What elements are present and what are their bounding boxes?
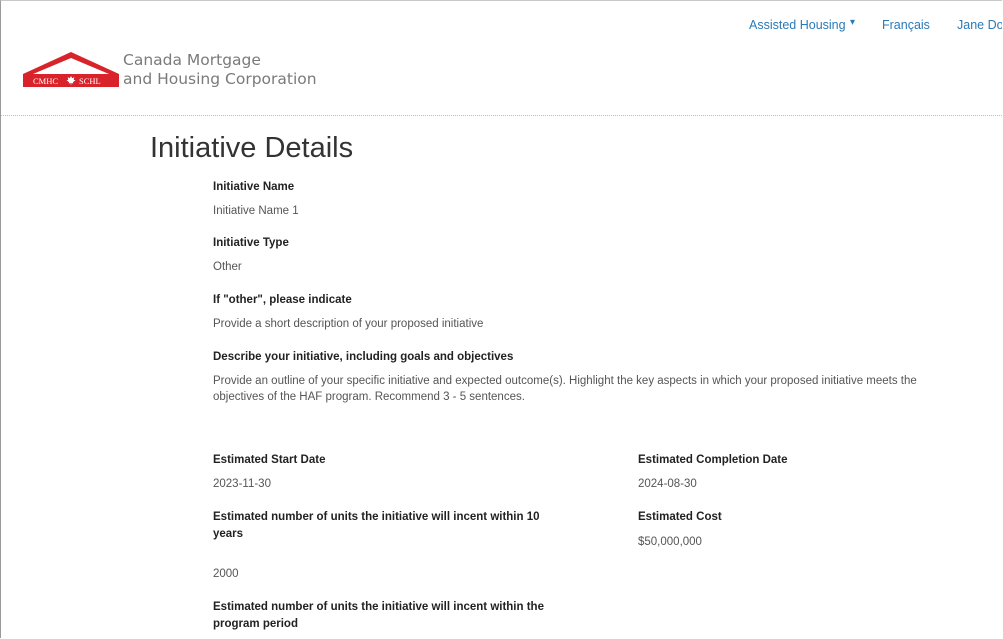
completion-date-value: 2024-08-30 [638,478,697,490]
initiative-type-label: Initiative Type [213,237,289,249]
page-frame: CMHC SCHL Canada Mortgage and Housing Co… [0,0,1002,638]
describe-initiative-value-line1: Provide an outline of your specific init… [213,375,917,387]
logo-abbr-en: CMHC [33,76,58,86]
units-10-years-label-line2: years [213,528,244,540]
initiative-name-value: Initiative Name 1 [213,205,299,217]
header-divider [1,115,1002,116]
units-program-period-label-line1: Estimated number of units the initiative… [213,601,544,613]
page-title: Initiative Details [150,132,354,164]
initiative-type-value: Other [213,261,242,273]
estimated-cost-value: $50,000,000 [638,536,702,548]
estimated-cost-label: Estimated Cost [638,511,722,523]
initiative-name-label: Initiative Name [213,181,295,193]
if-other-label: If "other", please indicate [213,294,352,306]
units-10-years-value: 2000 [213,568,239,580]
if-other-value: Provide a short description of your prop… [213,318,484,330]
cmhc-logo[interactable]: CMHC SCHL [21,51,121,87]
nav-language-toggle[interactable]: Français [882,18,930,32]
org-name-line1: Canada Mortgage [123,51,261,69]
completion-date-label: Estimated Completion Date [638,454,788,466]
org-name-line2: and Housing Corporation [123,70,317,88]
nav-user-menu[interactable]: Jane Do [957,18,1002,32]
units-10-years-label-line1: Estimated number of units the initiative… [213,511,540,523]
describe-initiative-value-line2: objectives of the HAF program. Recommend… [213,391,525,403]
organization-name: Canada Mortgage and Housing Corporation [123,51,317,89]
start-date-label: Estimated Start Date [213,454,326,466]
logo-roof-icon [23,52,119,74]
chevron-down-icon[interactable]: ▾ [850,17,855,28]
describe-initiative-label: Describe your initiative, including goal… [213,351,514,363]
nav-assisted-housing[interactable]: Assisted Housing [749,18,846,32]
logo-abbr-fr: SCHL [79,76,101,86]
start-date-value: 2023-11-30 [213,478,271,490]
units-program-period-label-line2: program period [213,618,298,630]
